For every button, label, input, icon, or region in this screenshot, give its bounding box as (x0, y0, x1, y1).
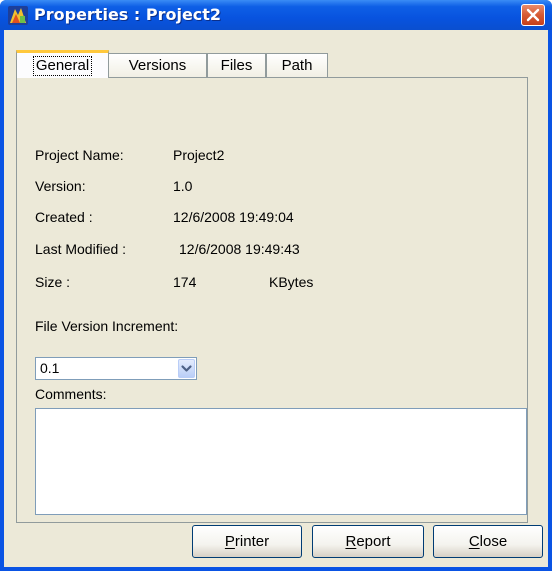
version-label: Version: (35, 178, 86, 194)
project-name-value: Project2 (173, 147, 225, 163)
chevron-down-icon (181, 365, 192, 372)
tab-versions[interactable]: Versions (108, 53, 207, 77)
close-icon (526, 8, 540, 22)
window-close-button[interactable] (521, 4, 545, 26)
comments-label: Comments: (35, 386, 107, 402)
comments-textarea[interactable] (35, 408, 527, 515)
file-version-increment-label: File Version Increment: (35, 318, 179, 334)
size-label: Size : (35, 274, 71, 290)
last-modified-label: Last Modified : (35, 241, 127, 257)
access-key: P (224, 533, 235, 550)
properties-dialog: Properties : Project2 General Versions F… (0, 0, 552, 571)
access-key: R (345, 533, 357, 550)
dialog-client-area: General Versions Files Path Project Name… (4, 30, 548, 567)
tab-files[interactable]: Files (207, 53, 266, 77)
size-value: 174 (173, 274, 197, 290)
report-button[interactable]: Report (312, 525, 424, 558)
size-unit: KBytes (269, 274, 314, 290)
file-version-increment-select[interactable]: 0.1 (35, 357, 197, 380)
access-key: C (468, 533, 480, 550)
created-label: Created : (35, 209, 93, 225)
window-title: Properties : Project2 (34, 5, 222, 24)
printer-button[interactable]: Printer (192, 525, 302, 558)
file-version-increment-value: 0.1 (40, 360, 60, 376)
created-value: 12/6/2008 19:49:04 (173, 209, 294, 225)
project-name-label: Project Name: (35, 147, 124, 163)
tab-versions-label: Versions (128, 57, 187, 74)
tab-general-label: General (32, 56, 93, 76)
tab-files-label: Files (220, 57, 253, 74)
title-bar[interactable]: Properties : Project2 (0, 0, 552, 30)
tab-path-label: Path (281, 57, 313, 74)
version-value: 1.0 (173, 178, 193, 194)
last-modified-value: 12/6/2008 19:49:43 (179, 241, 300, 257)
dropdown-button[interactable] (178, 359, 195, 378)
general-tab-panel: Project Name: Project2 Version: 1.0 Crea… (16, 77, 528, 523)
app-icon (8, 6, 28, 25)
tab-general[interactable]: General (16, 50, 109, 78)
tab-path[interactable]: Path (266, 53, 328, 77)
close-button[interactable]: Close (433, 525, 543, 558)
